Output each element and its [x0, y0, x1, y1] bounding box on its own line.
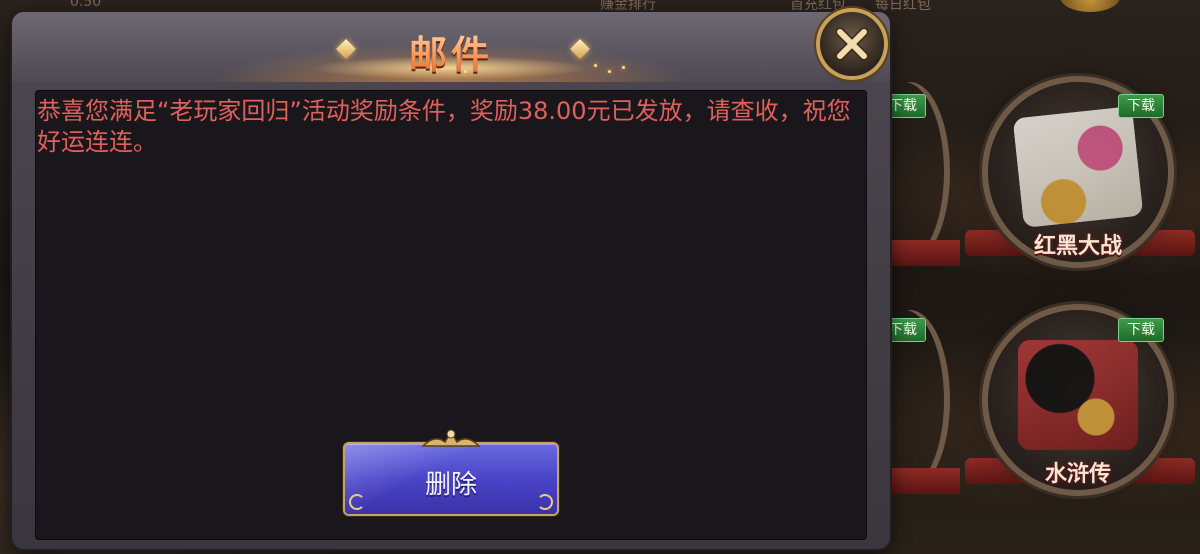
download-badge[interactable]: 下载: [1118, 318, 1164, 342]
sparkle-icon: [622, 66, 625, 69]
dialog-header: 邮件: [12, 12, 890, 82]
dialog-title: 邮件: [351, 24, 551, 79]
sparkle-icon: [594, 64, 597, 67]
crown-ornament-icon: [421, 429, 481, 447]
lobby-score: 0.50: [70, 0, 102, 10]
sparkle-icon: [608, 70, 611, 73]
download-badge[interactable]: 下载: [1118, 94, 1164, 118]
close-x-icon: [835, 27, 869, 61]
game-title: 水浒传: [1044, 462, 1111, 487]
mail-message: 恭喜您满足“老玩家回归”活动奖励条件，奖励38.00元已发放，请查收，祝您好运连…: [37, 97, 851, 156]
close-button[interactable]: [820, 12, 884, 76]
delete-button[interactable]: 删除: [345, 429, 557, 514]
game-title: 红黑大战: [1033, 234, 1122, 259]
game-ribbon-edge: [890, 240, 960, 266]
delete-button-label: 删除: [424, 470, 477, 500]
lobby-tab-daily-redpacket[interactable]: 每日红包: [875, 0, 931, 14]
sparkle-icon: [464, 70, 467, 73]
playing-cards-icon: [1012, 106, 1144, 228]
dice-banner-icon: [1018, 340, 1138, 450]
mail-dialog: 邮件 恭喜您满足“老玩家回归”活动奖励条件，奖励38.00元已发放，请查收，祝您…: [12, 12, 890, 549]
game-ribbon-edge: [890, 468, 960, 494]
